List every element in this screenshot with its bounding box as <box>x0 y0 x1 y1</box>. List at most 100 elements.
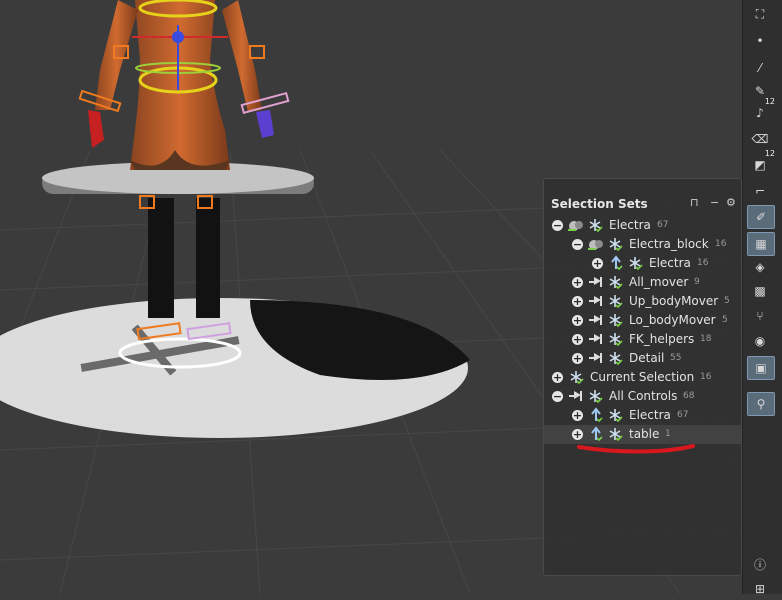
settings-icon[interactable]: ⚙ <box>726 196 736 209</box>
flag-icon[interactable] <box>588 350 604 366</box>
brush-icon[interactable]: ⁄ <box>747 57 773 79</box>
selection-set-count: 5 <box>722 315 728 325</box>
selection-set-label: table <box>629 427 660 441</box>
dot-icon[interactable]: • <box>747 30 773 52</box>
selection-set-label: Current Selection <box>590 370 695 384</box>
arrow-icon[interactable] <box>588 426 604 442</box>
image-icon[interactable]: ▣ <box>747 356 775 380</box>
selection-set-label: Up_bodyMover <box>629 294 719 308</box>
paint-icon[interactable]: ♪ 12 <box>747 97 775 124</box>
collapse-icon[interactable]: − <box>572 239 583 250</box>
selection-set-row[interactable]: + FK_helpers 18 <box>544 330 741 349</box>
branch-icon[interactable]: ⑂ <box>747 305 773 327</box>
asterisk-icon[interactable] <box>607 293 623 309</box>
selection-set-row[interactable]: + Detail 55 <box>544 349 741 368</box>
asterisk-icon[interactable] <box>627 255 643 271</box>
selection-set-row[interactable]: + Current Selection 16 <box>544 368 741 387</box>
selection-set-row[interactable]: − All Controls 68 <box>544 387 741 406</box>
expand-icon[interactable]: + <box>572 315 583 326</box>
asterisk-icon[interactable] <box>607 274 623 290</box>
asterisk-icon[interactable] <box>587 217 603 233</box>
dot-icon-glyph: • <box>756 34 764 48</box>
tool-badge: 12 <box>764 97 775 106</box>
selection-set-row[interactable]: − Electra_block 16 <box>544 235 741 254</box>
grid-icon-glyph: ▦ <box>755 237 767 251</box>
selection-set-row[interactable]: + All_mover 9 <box>544 273 741 292</box>
expand-icon[interactable]: + <box>572 334 583 345</box>
asterisk-icon[interactable] <box>607 331 623 347</box>
selection-set-count: 16 <box>715 239 727 249</box>
apps-icon[interactable]: ⊞ <box>747 578 773 600</box>
map-icon-glyph: ▩ <box>754 284 766 298</box>
collapse-icon[interactable]: − <box>552 391 563 402</box>
flag-icon[interactable] <box>588 293 604 309</box>
selection-set-label: All_mover <box>629 275 689 289</box>
expand-icon[interactable]: + <box>572 296 583 307</box>
selection-set-label: Lo_bodyMover <box>629 313 716 327</box>
camera-icon[interactable]: ⛶ <box>747 3 773 25</box>
selection-set-label: Detail <box>629 351 665 365</box>
selection-set-label: Electra_block <box>629 237 709 251</box>
selection-set-row[interactable]: + Electra 16 <box>544 254 741 273</box>
expand-icon[interactable]: + <box>572 277 583 288</box>
circle-icon[interactable]: ◉ <box>747 330 773 352</box>
selection-set-count: 16 <box>697 258 709 268</box>
layer-icon-glyph: ◈ <box>755 260 765 274</box>
flag-icon[interactable] <box>588 274 604 290</box>
asterisk-icon[interactable] <box>607 350 623 366</box>
pin-icon[interactable]: ⚲ <box>747 392 775 416</box>
pen-icon-glyph: ✎ <box>754 84 766 98</box>
selection-set-count: 9 <box>694 277 700 287</box>
expand-icon[interactable]: + <box>572 410 583 421</box>
grid-icon[interactable]: ▦ <box>747 232 775 256</box>
layer-icon[interactable]: ◈ <box>747 256 773 278</box>
asterisk-icon[interactable] <box>607 407 623 423</box>
expand-icon[interactable]: + <box>552 372 563 383</box>
selection-set-count: 5 <box>724 296 730 306</box>
info-icon-glyph: ⓘ <box>753 557 766 572</box>
map-icon[interactable]: ▩ <box>747 280 773 302</box>
asterisk-icon[interactable] <box>607 236 623 252</box>
tool-badge: 12 <box>764 149 775 158</box>
eye-icon[interactable] <box>568 217 584 233</box>
eraser-icon-glyph: ⌫ <box>751 132 769 146</box>
asterisk-icon[interactable] <box>587 388 603 404</box>
flag-icon[interactable] <box>588 331 604 347</box>
selection-set-label: Electra <box>629 408 671 422</box>
red-annotation-underline <box>577 444 695 454</box>
circle-icon-glyph: ◉ <box>754 334 766 348</box>
arrow-icon[interactable] <box>588 407 604 423</box>
selection-set-row[interactable]: + Up_bodyMover 5 <box>544 292 741 311</box>
expand-icon[interactable]: + <box>592 258 603 269</box>
collapse-icon[interactable]: − <box>552 220 563 231</box>
minimize-icon[interactable]: − <box>710 196 719 209</box>
selection-set-row[interactable]: + Lo_bodyMover 5 <box>544 311 741 330</box>
eye-icon[interactable] <box>588 236 604 252</box>
pin-icon-glyph: ⚲ <box>756 397 766 411</box>
asterisk-icon[interactable] <box>607 426 623 442</box>
camera-icon-glyph: ⛶ <box>755 6 765 21</box>
selection-set-count: 18 <box>700 334 712 344</box>
curve-icon[interactable]: ⌐ <box>747 180 773 202</box>
edit-icon[interactable]: ✐ <box>747 205 775 229</box>
selection-set-count: 55 <box>670 353 682 363</box>
selection-set-row[interactable]: − Electra 67 <box>544 216 741 235</box>
selection-set-count: 67 <box>657 220 669 230</box>
asterisk-icon[interactable] <box>607 312 623 328</box>
expand-icon[interactable]: + <box>572 429 583 440</box>
paint-bucket-icon[interactable]: ◩ 12 <box>747 149 775 176</box>
flag-icon[interactable] <box>568 388 584 404</box>
branch-icon-glyph: ⑂ <box>756 309 764 323</box>
selection-set-row[interactable]: + Electra 67 <box>544 406 741 425</box>
expand-icon[interactable]: + <box>572 353 583 364</box>
selection-set-count: 67 <box>677 410 689 420</box>
info-icon[interactable]: ⓘ <box>747 553 773 575</box>
asterisk-icon[interactable] <box>568 369 584 385</box>
selection-set-row[interactable]: + table 1 <box>544 425 741 444</box>
character-electra[interactable] <box>88 0 274 170</box>
arrow-icon[interactable] <box>608 255 624 271</box>
eraser-icon[interactable]: ⌫ <box>747 128 773 150</box>
image-icon-glyph: ▣ <box>755 361 767 375</box>
flag-icon[interactable] <box>588 312 604 328</box>
lock-icon[interactable]: ⊓ <box>690 196 699 209</box>
